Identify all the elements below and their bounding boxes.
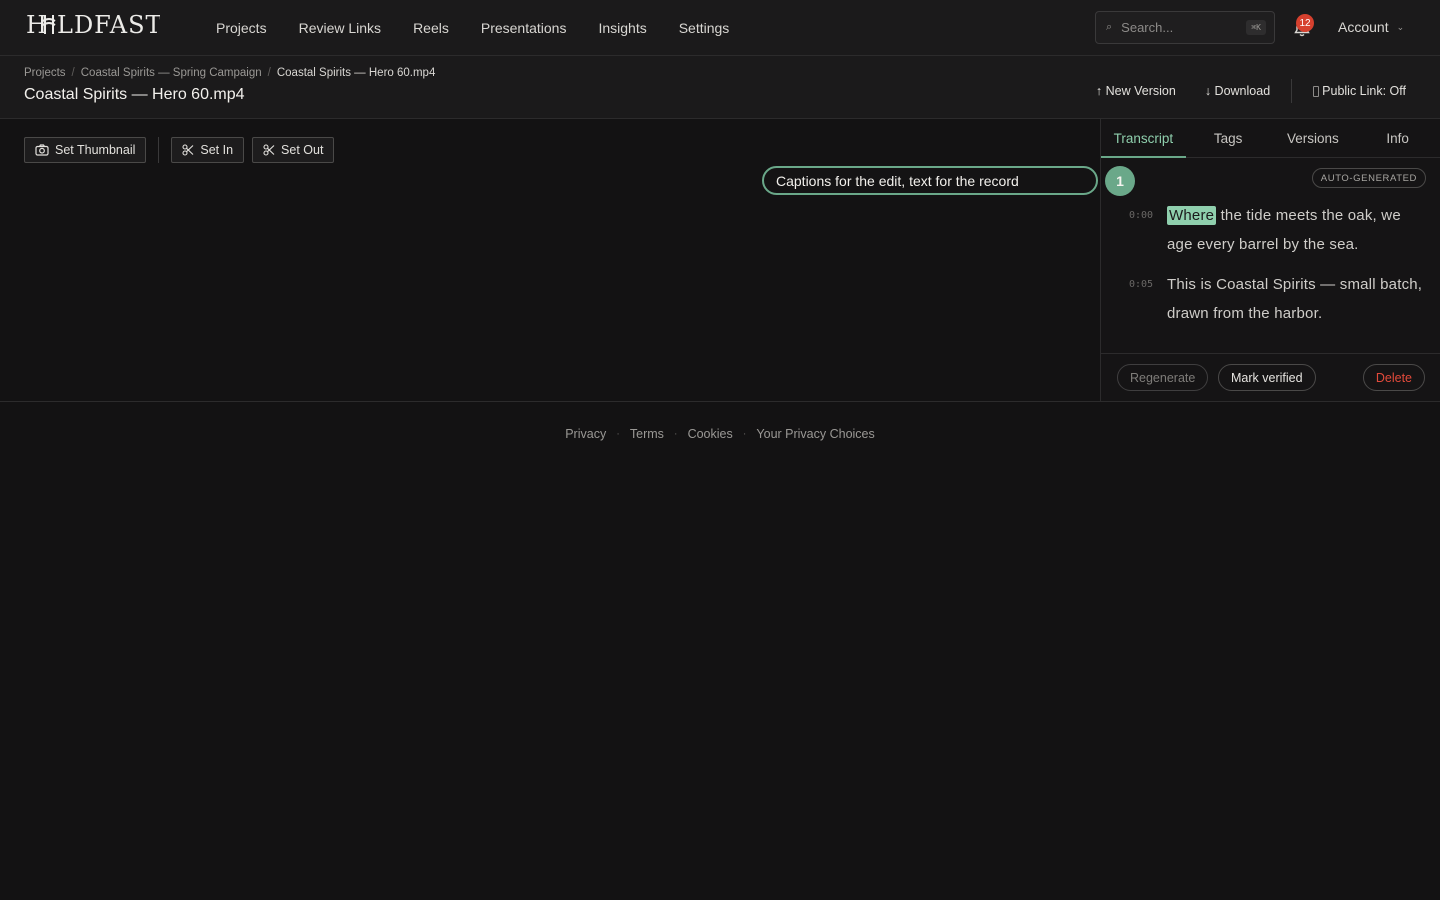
- new-version-button[interactable]: ↑ New Version: [1096, 84, 1176, 98]
- header-actions: ↑ New Version ↓ Download Public Link: Of…: [1096, 79, 1406, 103]
- toolbar-divider: [158, 137, 160, 163]
- nav-projects[interactable]: Projects: [216, 20, 267, 36]
- player-toolbar: Set Thumbnail Set In Set Out: [24, 137, 335, 163]
- header-divider: [1291, 79, 1293, 103]
- link-icon: [1313, 85, 1320, 97]
- footer-link-privacy-choices[interactable]: Your Privacy Choices: [756, 427, 874, 441]
- breadcrumb-current: Coastal Spirits — Hero 60.mp4: [276, 67, 436, 79]
- footer-links: Privacy · Terms · Cookies · Your Privacy…: [0, 427, 1440, 441]
- transcript-segment[interactable]: 0:00 Where the tide meets the oak, we ag…: [1129, 201, 1429, 259]
- nav-review-links[interactable]: Review Links: [299, 20, 381, 36]
- segment-timestamp[interactable]: 0:00: [1129, 201, 1167, 259]
- public-link-toggle[interactable]: Public Link: Off: [1313, 84, 1406, 98]
- tab-info[interactable]: Info: [1355, 119, 1440, 157]
- callout-label: Captions for the edit, text for the reco…: [762, 166, 1098, 195]
- footer-divider: [0, 401, 1440, 402]
- page-header: Projects / Coastal Spirits — Spring Camp…: [0, 56, 1440, 119]
- tab-tags[interactable]: Tags: [1186, 119, 1271, 157]
- footer-separator: ·: [742, 428, 747, 440]
- chevron-down-icon: ⌄: [1396, 21, 1405, 32]
- notification-count-badge: 12: [1296, 14, 1314, 32]
- set-out-button[interactable]: Set Out: [252, 137, 335, 163]
- logo-wordmark: H LDFAST: [26, 12, 160, 38]
- main-content: Set Thumbnail Set In Set Out: [0, 119, 1100, 401]
- breadcrumb-separator: /: [267, 67, 271, 79]
- tab-versions[interactable]: Versions: [1271, 119, 1356, 157]
- nav-insights[interactable]: Insights: [598, 20, 646, 36]
- set-in-label: Set In: [200, 143, 234, 157]
- segment-text: This is Coastal Spirits — small batch, d…: [1167, 276, 1423, 322]
- breadcrumb-projects[interactable]: Projects: [24, 67, 66, 79]
- main-nav: Projects Review Links Reels Presentation…: [216, 0, 729, 56]
- footer-separator: ·: [616, 428, 620, 440]
- search-shortcut-hint: ⌘K: [1246, 20, 1266, 35]
- transcript-segment[interactable]: 0:05 This is Coastal Spirits — small bat…: [1129, 270, 1429, 328]
- top-navbar: H LDFAST Projects Review Links Reels Pre…: [0, 0, 1440, 56]
- search-placeholder: Search...: [1121, 20, 1174, 35]
- scissors-icon: [263, 144, 275, 156]
- account-menu[interactable]: Account ⌄: [1338, 19, 1404, 35]
- breadcrumb-campaign[interactable]: Coastal Spirits — Spring Campaign: [81, 67, 262, 79]
- mark-verified-button[interactable]: Mark verified: [1218, 364, 1316, 391]
- download-button[interactable]: ↓ Download: [1205, 84, 1270, 98]
- footer-link-privacy[interactable]: Privacy: [565, 427, 606, 441]
- transcript-actions: Regenerate Mark verified Delete: [1101, 353, 1440, 401]
- page-title: Coastal Spirits — Hero 60.mp4: [24, 86, 245, 103]
- nav-presentations[interactable]: Presentations: [481, 20, 567, 36]
- set-out-label: Set Out: [281, 143, 324, 157]
- svg-text:LDFAST: LDFAST: [57, 12, 160, 38]
- panel-tabs: Transcript Tags Versions Info: [1101, 119, 1440, 158]
- footer-link-cookies[interactable]: Cookies: [688, 427, 733, 441]
- breadcrumb: Projects / Coastal Spirits — Spring Camp…: [24, 67, 435, 79]
- search-input[interactable]: ⌕ Search... ⌘K: [1095, 11, 1275, 44]
- account-label: Account: [1338, 19, 1389, 35]
- highlighted-word[interactable]: Where: [1167, 206, 1217, 225]
- camera-icon: [35, 144, 49, 156]
- side-panel: Transcript Tags Versions Info AUTO-GENER…: [1100, 119, 1440, 401]
- segment-text: Where the tide meets the oak, we age eve…: [1167, 201, 1429, 259]
- footer-separator: ·: [673, 428, 678, 440]
- tab-transcript[interactable]: Transcript: [1101, 119, 1186, 158]
- search-icon: ⌕: [1106, 21, 1113, 33]
- brand-logo[interactable]: H LDFAST: [26, 10, 160, 40]
- auto-generated-badge: AUTO-GENERATED: [1311, 168, 1426, 188]
- regenerate-button[interactable]: Regenerate: [1117, 364, 1209, 391]
- nav-reels[interactable]: Reels: [413, 20, 449, 36]
- nav-settings[interactable]: Settings: [679, 20, 730, 36]
- footer-link-terms[interactable]: Terms: [630, 427, 664, 441]
- public-link-label: Public Link: Off: [1322, 84, 1406, 98]
- set-in-button[interactable]: Set In: [171, 137, 245, 163]
- delete-button[interactable]: Delete: [1362, 364, 1425, 391]
- breadcrumb-separator: /: [71, 67, 75, 79]
- set-thumbnail-button[interactable]: Set Thumbnail: [24, 137, 147, 163]
- scissors-icon: [182, 144, 194, 156]
- segment-timestamp[interactable]: 0:05: [1129, 270, 1167, 328]
- callout-number-marker: 1: [1105, 166, 1135, 196]
- set-thumbnail-label: Set Thumbnail: [55, 143, 136, 157]
